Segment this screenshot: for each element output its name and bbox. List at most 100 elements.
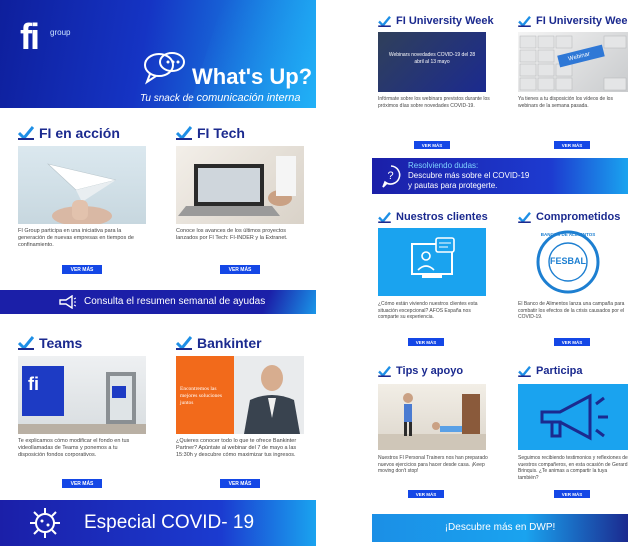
- participa-illustration: [518, 384, 628, 450]
- card-title-text: Tips y apoyo: [396, 365, 464, 377]
- card-university-week-2: FI University Week Webinar Ya tienes a t…: [518, 12, 628, 152]
- checkmark-icon: [176, 336, 192, 350]
- card-title-tips-y-apoyo: Tips y apoyo: [378, 362, 500, 380]
- checkmark-icon: [378, 365, 391, 377]
- fi-group-logo: fi: [20, 16, 40, 57]
- dudas-line1: Resolviendo dudas:: [408, 161, 479, 170]
- card-teams: Teams fi Te explicamos cómo modificar el…: [18, 334, 148, 494]
- bankinter-photo: Encontremos las mejores soluciones junto…: [176, 356, 304, 434]
- header-subtitle-b: comunicación interna: [196, 92, 301, 104]
- card-title-nuestros-clientes: Nuestros clientes: [378, 208, 500, 226]
- question-bubble-icon: ?: [382, 165, 401, 188]
- office-room-photo: fi: [18, 356, 146, 434]
- card-title-university-week-2: FI University Week: [518, 12, 628, 30]
- ayudas-banner-stripe: [261, 290, 316, 314]
- ver-mas-button-university-week[interactable]: VER MÁS: [414, 141, 450, 149]
- card-text-university-week-2: Ya tienes a tu disposición los vídeos de…: [518, 96, 613, 109]
- card-title-bankinter: Bankinter: [176, 334, 306, 352]
- card-title-teams: Teams: [18, 334, 148, 352]
- card-title-text: Bankinter: [197, 335, 262, 351]
- checkmark-icon: [518, 211, 531, 223]
- ver-mas-button-teams[interactable]: VER MÁS: [62, 479, 102, 488]
- card-title-participa: Participa: [518, 362, 628, 380]
- checkmark-icon: [378, 211, 391, 223]
- card-participa: Participa Seguimos recibiendo testimonio…: [518, 362, 628, 510]
- card-title-comprometidos: Comprometidos: [518, 208, 628, 226]
- fesbal-ring-text: BANCOS DE ALIMENTOS: [540, 232, 596, 237]
- resolviendo-dudas-banner[interactable]: ? Resolviendo dudas: Descubre más sobre …: [372, 158, 628, 194]
- card-title-text: FI University Week: [396, 15, 494, 27]
- video-call-icon: [411, 237, 455, 278]
- clientes-illustration: [378, 228, 486, 296]
- card-text-fi-en-accion: FI Group participa en una iniciativa par…: [18, 228, 134, 248]
- chat-bubbles-icon: [144, 52, 185, 85]
- ver-mas-button-bankinter[interactable]: VER MÁS: [220, 479, 260, 488]
- checkmark-icon: [518, 15, 531, 27]
- header-subtitle: Tu snack de comunicación interna: [140, 92, 300, 104]
- ver-mas-button-university-week-2[interactable]: VER MÁS: [554, 141, 590, 149]
- ver-mas-button-nuestros-clientes[interactable]: VER MÁS: [408, 338, 444, 346]
- left-newsletter-column: fi group What's Up? Tu snack de comunica…: [0, 0, 316, 546]
- keyboard-photo: Webinar: [518, 32, 628, 92]
- descubre-dwp-text: ¡Descubre más en DWP!: [444, 522, 556, 533]
- header-title: What's Up?: [192, 64, 313, 89]
- checkmark-icon: [176, 126, 192, 140]
- laptop-icon: [178, 156, 296, 216]
- card-text-comprometidos: El Banco de Alimentos lanza una campaña …: [518, 301, 625, 320]
- card-title-text: FI en acción: [39, 125, 120, 141]
- card-text-tips-y-apoyo: Nuestros FI Personal Trainers nos han pr…: [378, 455, 488, 474]
- bankinter-image-text: Encontremos las mejores soluciones junto…: [180, 386, 223, 406]
- header-banner: fi group What's Up? Tu snack de comunica…: [0, 0, 316, 108]
- card-title-text: FI Tech: [197, 125, 245, 141]
- laptop-photo: [176, 146, 304, 224]
- card-bankinter: Bankinter Encontremos las mejores soluci…: [176, 334, 306, 494]
- card-text-university-week: Infórmate sobre los webinars previstos d…: [378, 96, 490, 109]
- office-wall-logo-icon: fi: [18, 366, 146, 434]
- especial-covid-banner[interactable]: Especial COVID- 19: [0, 500, 316, 546]
- ayudas-banner[interactable]: Consulta el resumen semanal de ayudas: [0, 290, 316, 314]
- ver-mas-button-tips-y-apoyo[interactable]: VER MÁS: [408, 490, 444, 498]
- card-text-bankinter: ¿Quieres conocer todo lo que te ofrece B…: [176, 438, 297, 458]
- exercise-figures-icon: [378, 393, 486, 450]
- dudas-line3: y pautas para protegerte.: [408, 181, 498, 190]
- card-tips-y-apoyo: Tips y apoyo Nuestros FI Personal Traine…: [378, 362, 500, 510]
- paper-plane-icon: [46, 163, 117, 224]
- checkmark-icon: [18, 126, 34, 140]
- card-title-text: Nuestros clientes: [396, 211, 488, 223]
- checkmark-icon: [518, 365, 531, 377]
- card-title-text: Teams: [39, 335, 83, 351]
- ver-mas-button-comprometidos[interactable]: VER MÁS: [554, 338, 590, 346]
- card-text-fi-tech: Conoce los avances de los últimos proyec…: [176, 228, 288, 241]
- card-title-text: Comprometidos: [536, 211, 621, 223]
- ver-mas-button-participa[interactable]: VER MÁS: [554, 490, 590, 498]
- card-title-fi-en-accion: FI en acción: [18, 124, 148, 142]
- dudas-line2: Descubre más sobre el COVID-19: [408, 171, 530, 180]
- card-text-teams: Te explicamos cómo modificar el fondo en…: [18, 438, 130, 458]
- ayudas-banner-text: Consulta el resumen semanal de ayudas: [84, 296, 266, 307]
- ver-mas-button-fi-tech[interactable]: VER MÁS: [220, 265, 260, 274]
- descubre-dwp-banner[interactable]: ¡Descubre más en DWP!: [372, 514, 628, 542]
- card-comprometidos: Comprometidos FESBAL BANCOS DE ALIMENTOS…: [518, 208, 628, 348]
- card-fi-tech: FI Tech Conoce los avances de los último…: [176, 124, 306, 284]
- card-text-nuestros-clientes: ¿Cómo están viviendo nuestros clientes e…: [378, 301, 478, 320]
- webinars-image-text: Webinars novedades COVID-19 del 28 abril…: [388, 52, 476, 65]
- svg-text:?: ?: [388, 170, 394, 182]
- fesbal-text: FESBAL: [550, 256, 586, 266]
- keyboard-icon: [519, 35, 627, 91]
- right-newsletter-column: FI University Week Webinars novedades CO…: [368, 0, 628, 546]
- header-subtitle-a: Tu snack de: [140, 93, 194, 104]
- svg-text:fi: fi: [28, 374, 39, 394]
- megaphone-icon: [59, 295, 76, 309]
- card-title-university-week: FI University Week: [378, 12, 500, 30]
- megaphone-large-icon: [540, 393, 608, 441]
- virus-icon: [30, 508, 60, 538]
- ver-mas-button-fi-en-accion[interactable]: VER MÁS: [62, 265, 102, 274]
- checkmark-icon: [378, 15, 391, 27]
- fesbal-logo-image: FESBAL BANCOS DE ALIMENTOS: [518, 228, 628, 296]
- card-title-text: FI University Week: [536, 15, 628, 27]
- especial-covid-text: Especial COVID- 19: [84, 512, 255, 533]
- card-text-participa: Seguimos recibiendo testimonios y reflex…: [518, 455, 628, 481]
- card-fi-en-accion: FI en acción FI Group participa en una i…: [18, 124, 148, 284]
- card-university-week: FI University Week Webinars novedades CO…: [378, 12, 500, 152]
- card-title-fi-tech: FI Tech: [176, 124, 306, 142]
